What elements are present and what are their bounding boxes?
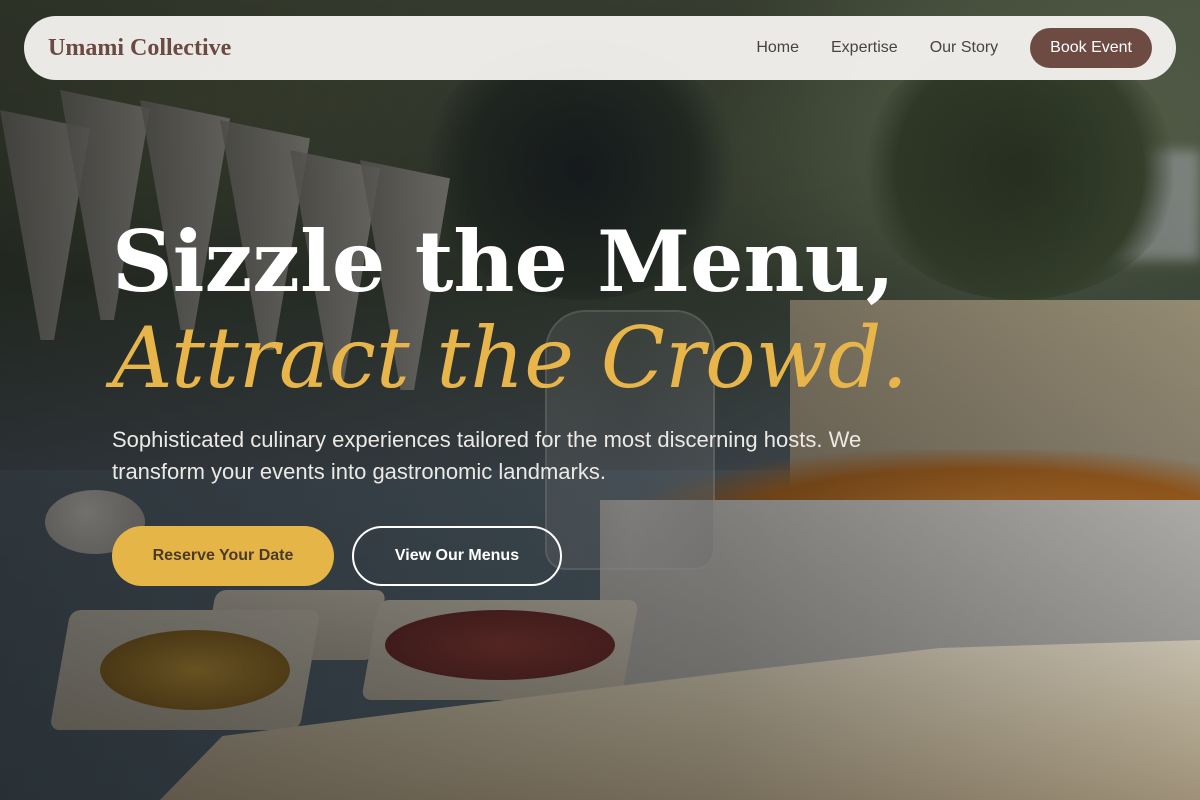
hero-headline-line1: Sizzle the Menu, (112, 212, 895, 311)
view-menus-button[interactable]: View Our Menus (352, 526, 562, 586)
brand-logo[interactable]: Umami Collective (48, 35, 231, 62)
nav-link-our-story[interactable]: Our Story (930, 39, 998, 57)
top-navbar: Umami Collective Home Expertise Our Stor… (24, 16, 1176, 80)
hero-actions: Reserve Your Date View Our Menus (112, 526, 912, 586)
hero-subtitle: Sophisticated culinary experiences tailo… (112, 427, 862, 484)
nav-link-home[interactable]: Home (756, 39, 799, 57)
reserve-date-button[interactable]: Reserve Your Date (112, 526, 334, 586)
book-event-button[interactable]: Book Event (1030, 28, 1152, 68)
hero-headline-line2: Attract the Crowd. (112, 309, 909, 407)
nav-links: Home Expertise Our Story Book Event (756, 28, 1152, 68)
nav-link-expertise[interactable]: Expertise (831, 39, 898, 57)
hero-section: Sizzle the Menu, Attract the Crowd. Soph… (112, 212, 912, 586)
